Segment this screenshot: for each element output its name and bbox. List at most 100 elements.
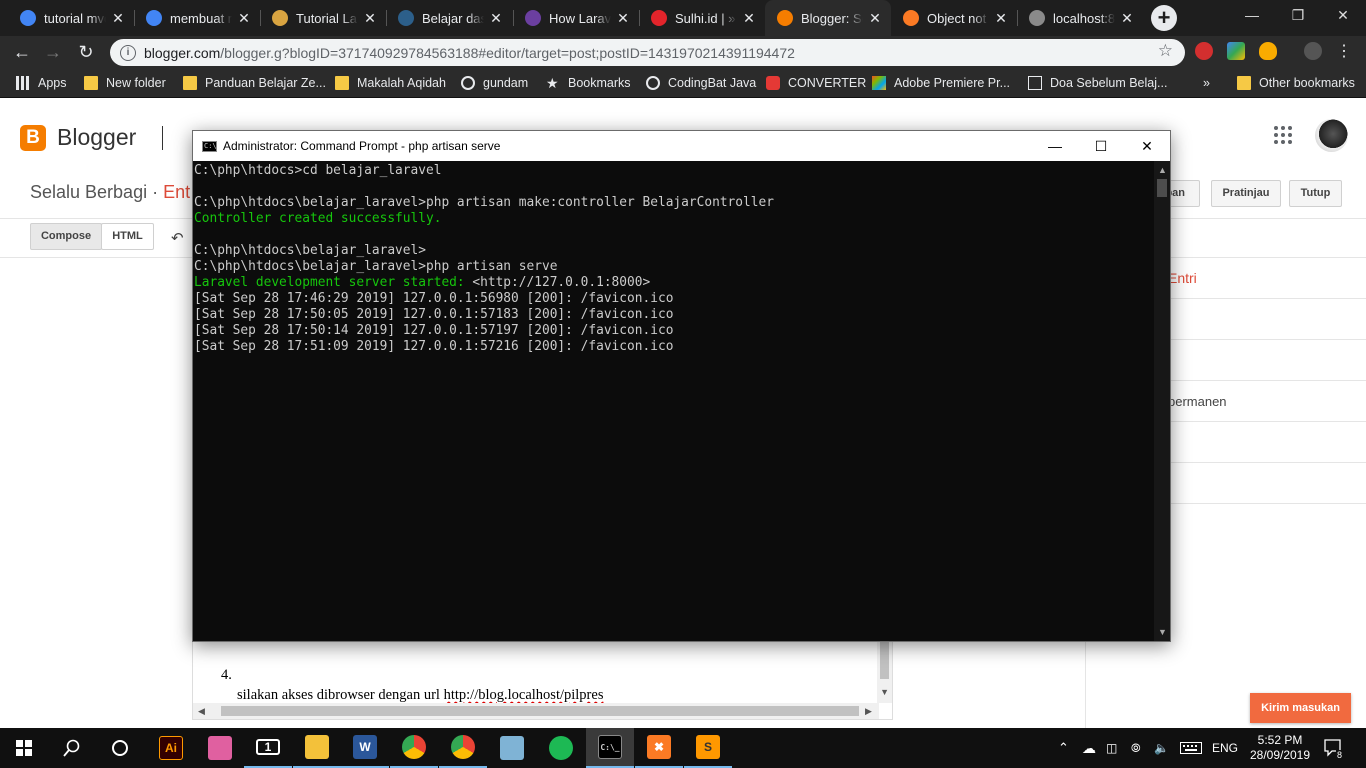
editor-link[interactable]: http://blog.localhost/pilpres xyxy=(444,687,604,703)
power-icon[interactable]: ◫ xyxy=(1106,728,1117,768)
preview-button[interactable]: Pratinjau xyxy=(1211,180,1281,207)
browser-tab[interactable]: localhost:8 ✕ xyxy=(1017,0,1143,36)
html-mode-button[interactable]: HTML xyxy=(101,223,154,250)
minimize-window-icon[interactable]: — xyxy=(1229,0,1275,30)
adblock-extension-icon[interactable] xyxy=(1195,42,1213,60)
back-arrow-icon[interactable]: ← xyxy=(10,40,34,64)
taskbar-app-layers[interactable] xyxy=(196,728,244,768)
editor-vertical-scrollbar[interactable]: ▼ xyxy=(877,641,892,703)
bookmark-star-icon[interactable]: ☆ xyxy=(1158,41,1173,61)
taskbar-app-chrome-2[interactable] xyxy=(439,728,487,768)
task-view-button[interactable] xyxy=(96,728,144,768)
bookmark-item[interactable]: Panduan Belajar Ze... xyxy=(183,68,326,98)
bookmark-item[interactable]: CONVERTER xyxy=(766,68,866,98)
close-tab-icon[interactable]: ✕ xyxy=(741,10,757,27)
search-button[interactable] xyxy=(48,728,96,768)
taskbar-app-file-explorer[interactable] xyxy=(293,728,341,768)
cmd-scrollbar[interactable]: ▲ ▼ xyxy=(1154,161,1170,641)
bookmark-item[interactable]: New folder xyxy=(84,68,166,98)
editor-horizontal-scrollbar[interactable]: ◀ ▶ xyxy=(193,703,879,719)
keyboard-icon[interactable] xyxy=(1180,728,1202,768)
header-divider xyxy=(162,126,163,150)
browser-tab[interactable]: Object not ✕ xyxy=(891,0,1017,36)
bookmark-item[interactable]: Other bookmarks xyxy=(1237,68,1355,98)
close-tab-icon[interactable]: ✕ xyxy=(110,10,126,27)
scroll-down-arrow-icon[interactable]: ▼ xyxy=(1158,627,1167,637)
blogger-brand[interactable]: Blogger xyxy=(57,124,136,151)
bookmark-item[interactable]: Adobe Premiere Pr... xyxy=(872,68,1010,98)
close-icon[interactable]: ✕ xyxy=(1124,131,1170,161)
action-center-icon[interactable]: 8 xyxy=(1324,728,1344,768)
scroll-right-arrow-icon[interactable]: ▶ xyxy=(865,706,872,717)
account-avatar[interactable] xyxy=(1315,119,1348,152)
forward-arrow-icon[interactable]: → xyxy=(41,40,65,64)
address-bar[interactable]: i blogger.com/blogger.g?blogID=371740929… xyxy=(110,39,1185,66)
new-tab-button[interactable]: + xyxy=(1151,5,1177,31)
minimize-icon[interactable]: — xyxy=(1032,131,1078,161)
bookmark-item[interactable]: CodingBat Java xyxy=(646,68,756,98)
tray-expand-icon[interactable]: ⌃ xyxy=(1058,728,1069,768)
scroll-up-arrow-icon[interactable]: ▲ xyxy=(1158,165,1167,175)
taskbar-app-mail[interactable]: 1 xyxy=(244,728,292,768)
extension-icon[interactable] xyxy=(1227,42,1245,60)
close-tab-icon[interactable]: ✕ xyxy=(993,10,1009,27)
close-tab-icon[interactable]: ✕ xyxy=(1119,10,1135,27)
browser-tab[interactable]: tutorial mvc ✕ xyxy=(8,0,134,36)
command-prompt-window[interactable]: C:\ Administrator: Command Prompt - php … xyxy=(192,130,1171,642)
browser-tab[interactable]: Belajar dasa✕ xyxy=(386,0,512,36)
close-tab-icon[interactable]: ✕ xyxy=(236,10,252,27)
lightbulb-extension-icon[interactable] xyxy=(1259,42,1277,60)
post-editor[interactable]: 4. silakan akses dibrowser dengan url ht… xyxy=(192,640,893,720)
taskbar-app-spotify[interactable] xyxy=(537,728,585,768)
clock[interactable]: 5:52 PM 28/09/2019 xyxy=(1248,728,1312,768)
onedrive-icon[interactable]: ☁ xyxy=(1082,728,1096,768)
maximize-icon[interactable]: ☐ xyxy=(1078,131,1124,161)
menu-kebab-icon[interactable]: ⋮ xyxy=(1332,40,1356,64)
taskbar-app-notepad-app[interactable] xyxy=(488,728,536,768)
wifi-icon[interactable]: ⦾ xyxy=(1131,728,1141,768)
scroll-thumb[interactable] xyxy=(880,641,889,679)
bookmark-item[interactable]: Apps xyxy=(16,68,67,98)
info-icon[interactable]: i xyxy=(120,44,136,61)
scroll-thumb[interactable] xyxy=(1157,179,1167,197)
bookmark-item[interactable]: » xyxy=(1203,68,1210,98)
cmd-console-output[interactable]: C:\php\htdocs>cd belajar_laravel C:\php\h… xyxy=(193,161,1154,641)
scroll-down-arrow-icon[interactable]: ▼ xyxy=(880,687,889,697)
close-tab-icon[interactable]: ✕ xyxy=(362,10,378,27)
browser-tab[interactable]: Blogger: Se ✕ xyxy=(765,0,891,36)
blogger-logo-icon[interactable]: B xyxy=(20,125,46,151)
close-window-icon[interactable]: ✕ xyxy=(1320,0,1366,30)
taskbar-app-chrome[interactable] xyxy=(390,728,438,768)
close-tab-icon[interactable]: ✕ xyxy=(488,10,504,27)
bookmark-item[interactable]: ★ Bookmarks xyxy=(546,68,631,98)
undo-icon[interactable]: ↶ xyxy=(171,229,184,247)
close-tab-icon[interactable]: ✕ xyxy=(867,10,883,27)
compose-mode-button[interactable]: Compose xyxy=(30,223,102,250)
bookmark-item[interactable]: gundam xyxy=(461,68,528,98)
browser-tab[interactable]: Sulhi.id | » I ✕ xyxy=(639,0,765,36)
language-indicator[interactable]: ENG xyxy=(1212,728,1238,768)
scroll-left-arrow-icon[interactable]: ◀ xyxy=(198,706,205,717)
browser-tab[interactable]: Tutorial Lar ✕ xyxy=(260,0,386,36)
close-tab-icon[interactable]: ✕ xyxy=(615,10,631,27)
close-button[interactable]: Tutup xyxy=(1289,180,1342,207)
browser-tab[interactable]: membuat m ✕ xyxy=(134,0,260,36)
bookmark-item[interactable]: Makalah Aqidah xyxy=(335,68,446,98)
volume-icon[interactable]: 🔈 xyxy=(1154,728,1169,768)
taskbar-app-sublime[interactable]: S xyxy=(684,728,732,768)
restore-window-icon[interactable]: ❐ xyxy=(1275,0,1321,30)
taskbar-app-word[interactable]: W xyxy=(341,728,389,768)
google-apps-icon[interactable] xyxy=(1274,126,1294,146)
bookmark-item[interactable]: Doa Sebelum Belaj... xyxy=(1028,68,1167,98)
taskbar-app-xampp[interactable]: ✖ xyxy=(635,728,683,768)
reload-icon[interactable]: ↻ xyxy=(74,40,98,64)
start-button[interactable] xyxy=(0,728,48,768)
cmd-title-bar[interactable]: C:\ Administrator: Command Prompt - php … xyxy=(193,131,1170,161)
feedback-button[interactable]: Kirim masukan xyxy=(1250,693,1351,723)
profile-icon[interactable] xyxy=(1304,42,1322,60)
bookmarks-bar: Apps New folder Panduan Belajar Ze... Makal… xyxy=(0,68,1366,98)
scroll-thumb[interactable] xyxy=(221,706,859,716)
browser-tab[interactable]: How Larave✕ xyxy=(513,0,639,36)
taskbar-app-illustrator[interactable]: Ai xyxy=(147,728,195,768)
taskbar-app-command-prompt[interactable]: C:\_ xyxy=(586,728,634,768)
